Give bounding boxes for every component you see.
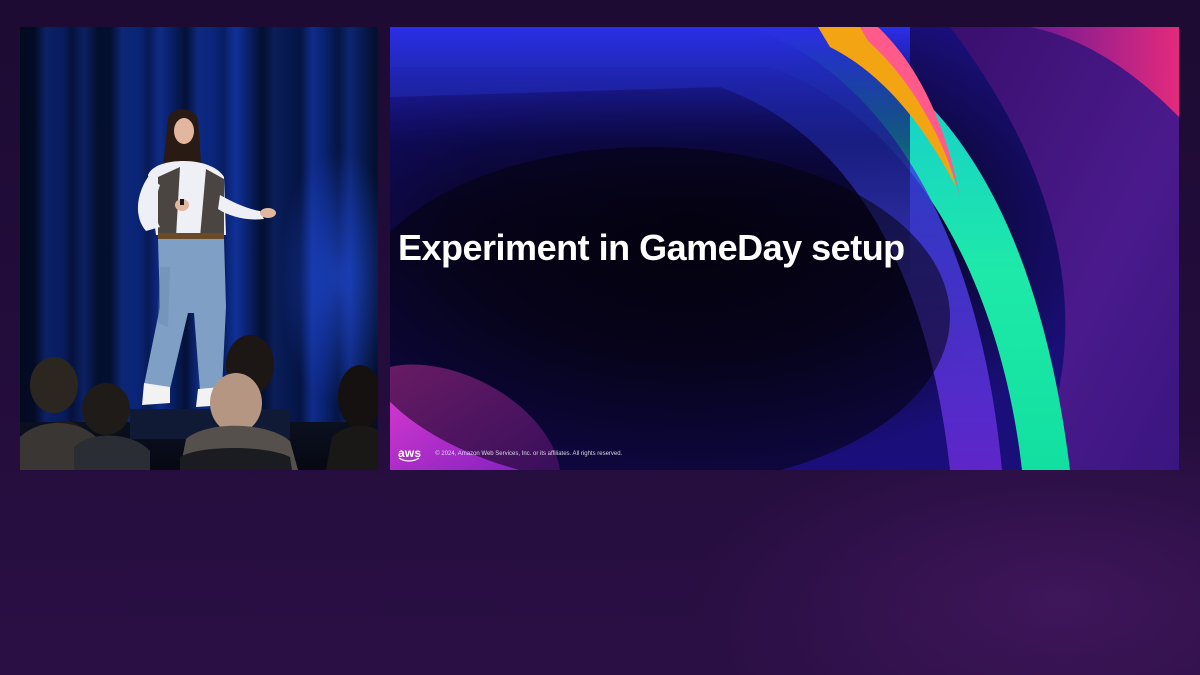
speaker-video-feed	[20, 27, 378, 470]
audience-silhouettes	[20, 335, 378, 470]
aws-smile-icon	[398, 456, 420, 462]
slide-footer: aws © 2024, Amazon Web Services, Inc. or…	[398, 446, 622, 462]
presentation-slide: Experiment in GameDay setup aws © 2024, …	[390, 27, 1179, 470]
slide-title: Experiment in GameDay setup	[398, 227, 905, 268]
aws-logo-icon: aws	[398, 447, 421, 462]
copyright-notice: © 2024, Amazon Web Services, Inc. or its…	[435, 451, 623, 457]
